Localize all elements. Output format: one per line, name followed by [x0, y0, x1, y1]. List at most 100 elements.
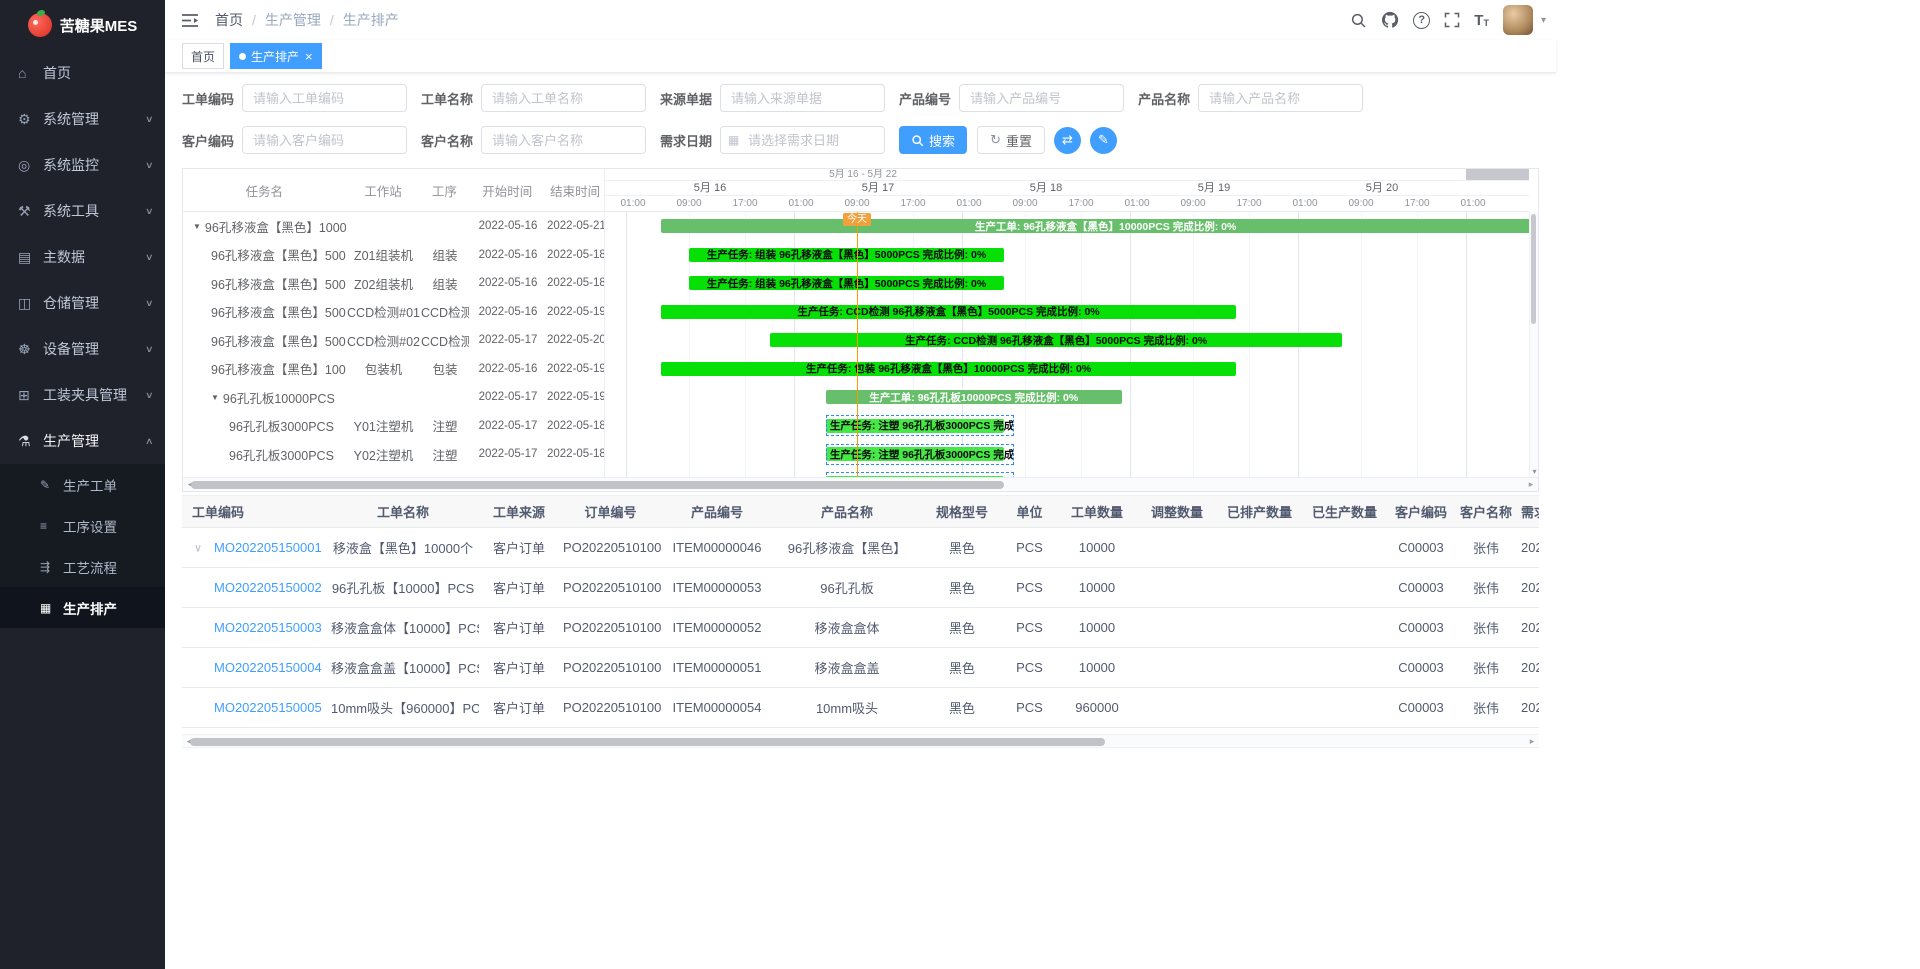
sidebar-item-production[interactable]: ⚗生产管理∧ — [0, 418, 165, 464]
order-cell: 张伟 — [1455, 568, 1517, 608]
work-order-name-input[interactable] — [481, 84, 646, 112]
filter-label: 工单编码 — [182, 89, 234, 108]
sidebar-item-system-monitor[interactable]: ◎系统监控∨ — [0, 142, 165, 188]
sidebar-item-system-admin[interactable]: ⚙系统管理∨ — [0, 96, 165, 142]
gantt-task-bar[interactable]: 生产任务: 组装 96孔移液盒【黑色】5000PCS 完成比例: 0% — [689, 248, 1004, 262]
customer-name-input[interactable] — [481, 126, 646, 154]
sidebar-item-production-schedule[interactable]: ▦生产排产 — [0, 587, 165, 628]
task-name: 96孔移液盒【黑色】5000PCS — [211, 331, 346, 350]
gantt-order-bar[interactable]: 生产工单: 96孔移液盒【黑色】10000PCS 完成比例: 0% — [661, 219, 1529, 233]
breadcrumb-item[interactable]: 生产管理 — [265, 10, 321, 30]
order-row[interactable]: ∨MO202205150001移液盒【黑色】10000个客户订单PO202205… — [182, 528, 1539, 568]
help-icon[interactable]: ? — [1413, 12, 1430, 29]
user-menu-caret-icon[interactable]: ▾ — [1541, 15, 1546, 26]
refresh-icon: ↻ — [990, 132, 1001, 148]
order-cell: 客户订单 — [479, 688, 559, 728]
selected-task-box[interactable]: 生产任务: 注塑 96孔孔板3000PCS 完成 — [826, 444, 1014, 465]
gantt-order-bar[interactable]: 生产工单: 96孔孔板10000PCS 完成比例: 0% — [826, 390, 1122, 404]
gantt-task-row[interactable]: 96孔孔板3000PCSY01注塑机注塑2022-05-172022-05-18 — [183, 412, 604, 441]
scroll-right-icon[interactable]: ▸ — [1525, 735, 1539, 749]
order-cell: 96孔孔板 — [772, 568, 922, 608]
scrollbar-thumb[interactable] — [191, 481, 1004, 489]
gantt-task-row[interactable]: 96孔孔板3000PCSY02注塑机注塑2022-05-172022-05-18 — [183, 440, 604, 469]
sidebar-item-process-flow[interactable]: ⇶工艺流程 — [0, 546, 165, 587]
task-station: 包装机 — [346, 359, 421, 378]
task-station: CCD检测#01 — [346, 302, 421, 321]
scroll-right-icon[interactable]: ▸ — [1524, 478, 1538, 492]
gantt-task-row[interactable]: 96孔移液盒【黑色】5000PCSZ02组装机组装2022-05-162022-… — [183, 269, 604, 298]
order-cell — [1137, 568, 1217, 608]
collapse-sidebar-icon[interactable] — [177, 9, 203, 32]
tab-home[interactable]: 首页 — [182, 43, 224, 69]
orders-column-header: 工单名称 — [327, 496, 479, 528]
sidebar-item-equipment[interactable]: ☸设备管理∨ — [0, 326, 165, 372]
scrollbar-thumb[interactable] — [190, 738, 1105, 746]
gantt-task-bar[interactable]: 生产任务: CCD检测 96孔移液盒【黑色】5000PCS 完成比例: 0% — [661, 305, 1236, 319]
scroll-down-icon[interactable]: ▾ — [1530, 467, 1539, 477]
order-row[interactable]: MO20220515000296孔孔板【10000】PCS客户订单PO20220… — [182, 568, 1539, 608]
customer-code-input[interactable] — [242, 126, 407, 154]
scrollbar-thumb[interactable] — [1531, 214, 1536, 324]
filter-label: 客户编码 — [182, 131, 234, 150]
order-code-link[interactable]: MO202205150002 — [214, 580, 322, 595]
search-icon[interactable] — [1350, 12, 1367, 29]
app-logo[interactable]: 苦糖果MES — [0, 0, 165, 50]
order-row[interactable]: MO202205150003移液盒盒体【10000】PCS客户订单PO20220… — [182, 608, 1539, 648]
day-gridline — [1466, 212, 1467, 477]
breadcrumb-item[interactable]: 生产排产 — [343, 10, 399, 30]
gantt-task-row[interactable]: 96孔移液盒【黑色】5000PCSZ01组装机组装2022-05-162022-… — [183, 241, 604, 270]
order-code-link[interactable]: MO202205150004 — [214, 660, 322, 675]
order-cell: PO202205101001 — [559, 648, 662, 688]
selected-task-box[interactable]: 生产任务: 注塑 96孔孔板3000PCS 完成 — [826, 472, 1014, 477]
sidebar-item-system-tools[interactable]: ⚒系统工具∨ — [0, 188, 165, 234]
sidebar-item-warehouse[interactable]: ◫仓储管理∨ — [0, 280, 165, 326]
gantt-task-row[interactable]: ▼96孔移液盒【黑色】10000PCS2022-05-162022-05-21 — [183, 212, 604, 241]
breadcrumb-item[interactable]: 首页 — [215, 10, 243, 30]
hour-tick-label: 01:00 — [1460, 196, 1485, 211]
filter-label: 需求日期 — [660, 131, 712, 150]
sidebar-item-fixture[interactable]: ⊞工装夹具管理∨ — [0, 372, 165, 418]
task-name: 96孔孔板3000PCS — [229, 416, 334, 435]
gantt-task-bar[interactable]: 生产任务: 包装 96孔移液盒【黑色】10000PCS 完成比例: 0% — [661, 362, 1236, 376]
expand-caret-icon[interactable]: ▼ — [193, 222, 201, 231]
sidebar-item-home[interactable]: ⌂首页 — [0, 50, 165, 96]
demand-date-input[interactable] — [720, 126, 885, 154]
gantt-task-bar[interactable]: 生产任务: 组装 96孔移液盒【黑色】5000PCS 完成比例: 0% — [689, 276, 1004, 290]
order-code-link[interactable]: MO202205150001 — [214, 540, 322, 555]
user-avatar[interactable] — [1503, 5, 1533, 35]
gantt-horizontal-scrollbar[interactable]: ◂ ▸ — [183, 477, 1538, 491]
github-icon[interactable] — [1381, 11, 1399, 29]
selected-task-box[interactable]: 生产任务: 注塑 96孔孔板3000PCS 完成 — [826, 415, 1014, 436]
fullscreen-icon[interactable] — [1444, 12, 1460, 28]
work-order-code-input[interactable] — [242, 84, 407, 112]
gantt-task-row[interactable]: 96孔移液盒【黑色】5000PCSCCD检测#01CCD检测2022-05-16… — [183, 298, 604, 327]
gantt-vertical-scrollbar[interactable]: ▾ — [1529, 212, 1538, 477]
gantt-task-row[interactable]: ▼96孔孔板10000PCS2022-05-172022-05-19 — [183, 383, 604, 412]
order-row[interactable]: MO202205150004移液盒盒盖【10000】PCS客户订单PO20220… — [182, 648, 1539, 688]
sidebar-item-process-settings[interactable]: ≡工序设置 — [0, 505, 165, 546]
product-code-input[interactable] — [959, 84, 1124, 112]
gantt-task-row[interactable]: 96孔移液盒【黑色】5000PCSCCD检测#02CCD检测2022-05-17… — [183, 326, 604, 355]
orders-horizontal-scrollbar[interactable]: ◂ ▸ — [182, 734, 1539, 748]
tab-production-schedule[interactable]: 生产排产× — [230, 43, 322, 69]
product-name-input[interactable] — [1198, 84, 1363, 112]
sidebar-item-production-order[interactable]: ✎生产工单 — [0, 464, 165, 505]
expand-row-icon[interactable]: ∨ — [194, 541, 202, 554]
font-size-icon[interactable]: TT — [1474, 12, 1489, 29]
task-end: 2022-05-18 — [547, 249, 604, 261]
order-cell: 客户订单 — [479, 608, 559, 648]
order-code-link[interactable]: MO202205150003 — [214, 620, 322, 635]
gantt-task-row[interactable]: 96孔移液盒【黑色】10000PCS包装机包装2022-05-162022-05… — [183, 355, 604, 384]
expand-caret-icon[interactable]: ▼ — [211, 393, 219, 402]
close-tab-icon[interactable]: × — [305, 50, 313, 63]
source-doc-input[interactable] — [720, 84, 885, 112]
reset-button[interactable]: ↻ 重置 — [977, 126, 1045, 154]
order-row[interactable]: MO20220515000510mm吸头【960000】PCS客户订单PO202… — [182, 688, 1539, 728]
search-button[interactable]: 搜索 — [899, 126, 967, 154]
sidebar-item-master-data[interactable]: ▤主数据∨ — [0, 234, 165, 280]
topbar: 首页/生产管理/生产排产 ? TT ▾ — [165, 0, 1556, 40]
order-code-link[interactable]: MO202205150005 — [214, 700, 322, 715]
sync-button[interactable]: ⇄ — [1054, 127, 1081, 154]
gantt-task-row[interactable]: 96孔孔板3000PCSY03注塑机注塑2022-05-172022-05-18 — [183, 469, 604, 478]
edit-button[interactable]: ✎ — [1090, 127, 1117, 154]
